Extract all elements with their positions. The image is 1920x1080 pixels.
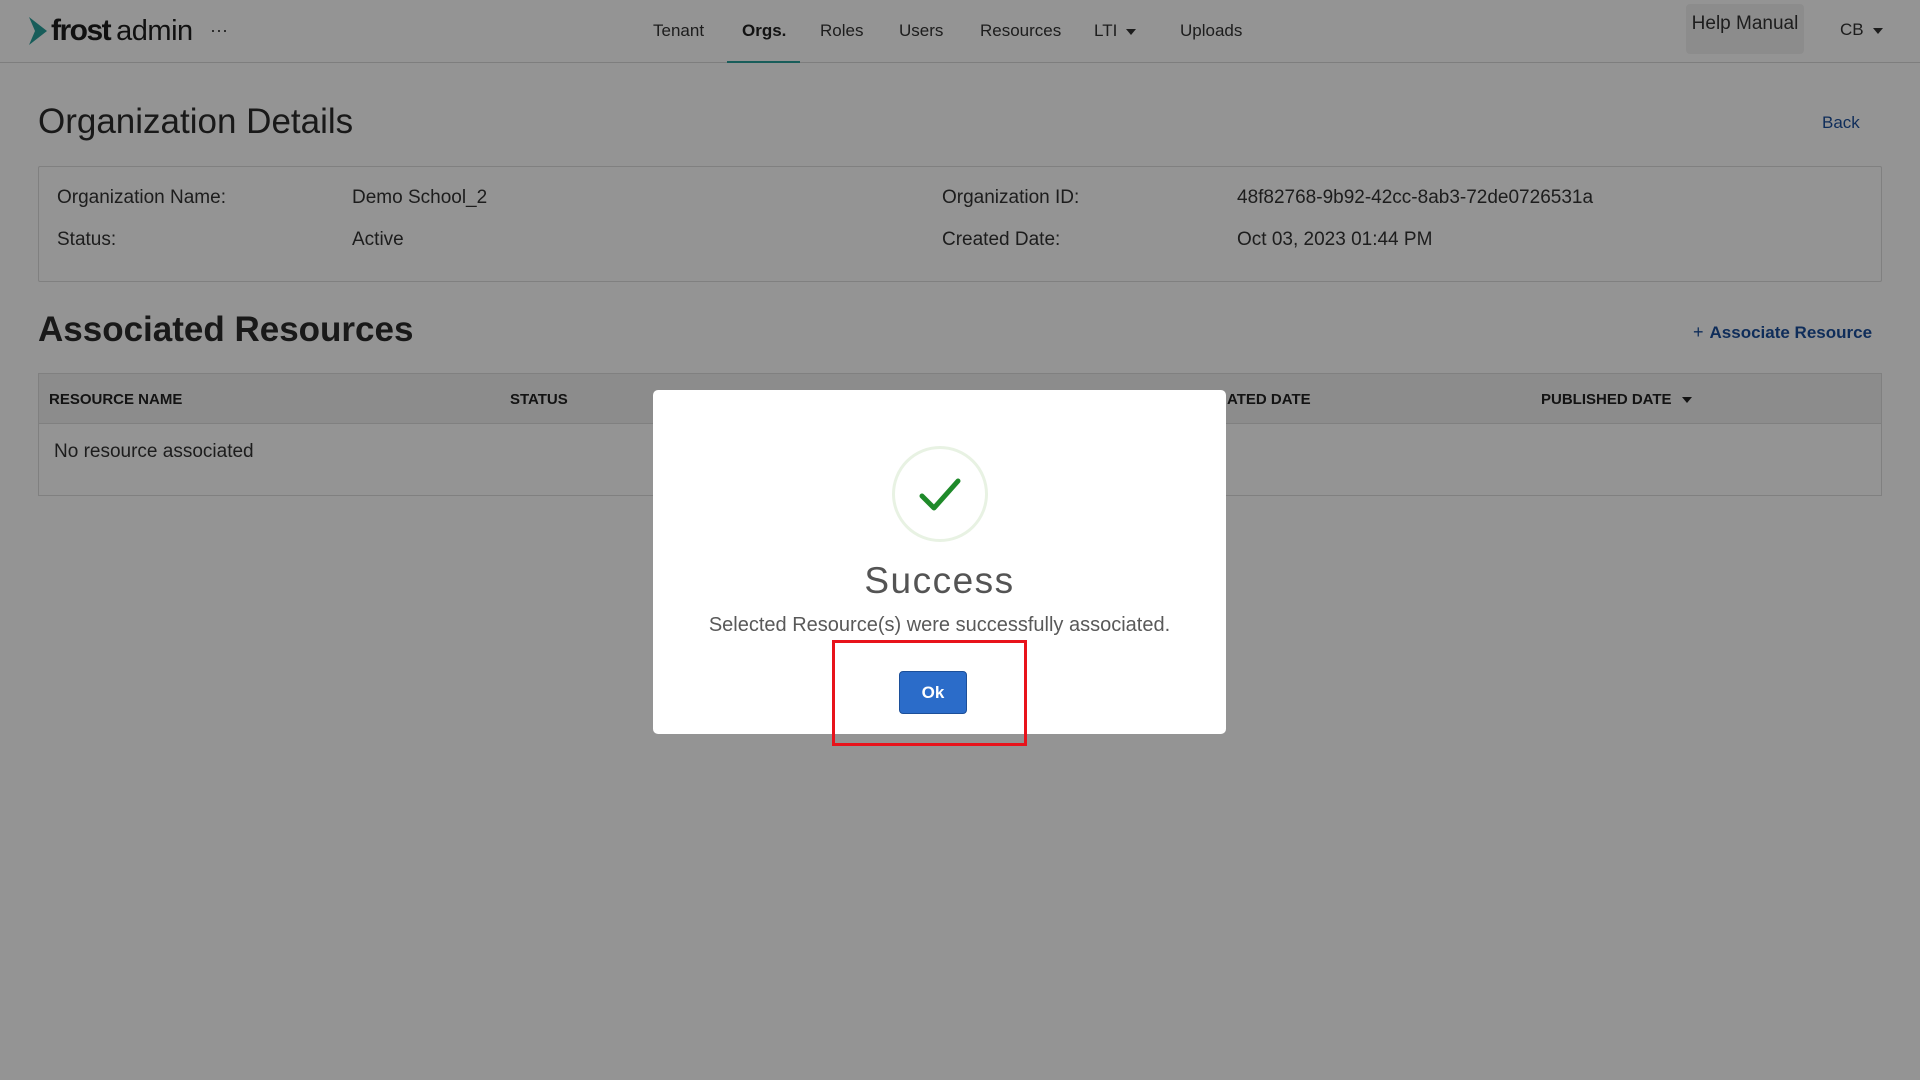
success-icon-circle [892,446,988,542]
highlight-annotation-box [832,640,1027,746]
dialog-message: Selected Resource(s) were successfully a… [708,614,1171,636]
app: frost admin ··· Tenant Orgs. Roles Users… [0,0,1920,1080]
check-icon [919,478,961,511]
dialog-title: Success [864,560,1015,601]
